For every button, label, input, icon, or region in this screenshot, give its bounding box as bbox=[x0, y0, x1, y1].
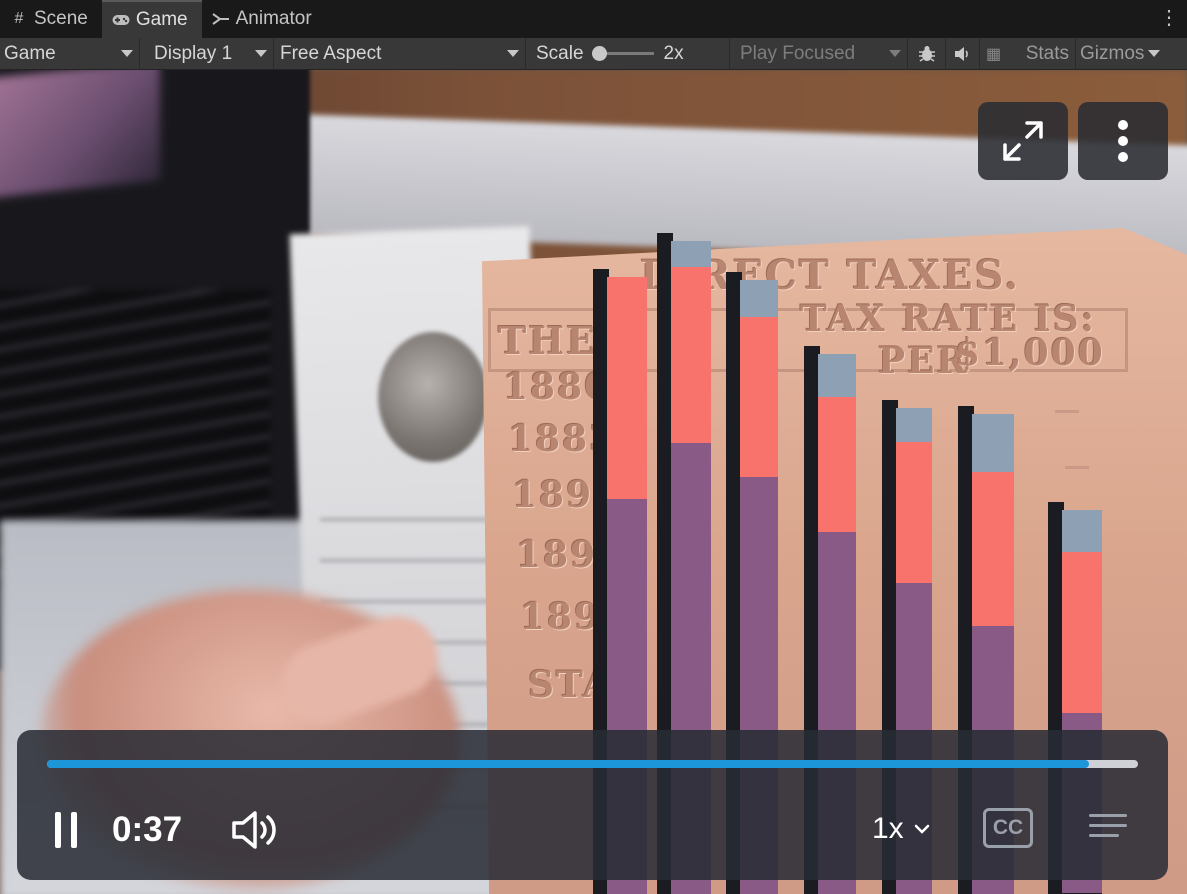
kebab-menu-icon bbox=[1118, 120, 1128, 162]
view-dropdown-label: Game bbox=[4, 42, 56, 64]
coin-illustration bbox=[378, 332, 488, 462]
ar-bar-red-segment bbox=[1062, 552, 1102, 713]
transcript-icon bbox=[1089, 834, 1119, 837]
playback-speed-button[interactable]: 1x bbox=[872, 812, 930, 846]
caret-down-icon bbox=[1148, 50, 1161, 57]
ar-bar-cap bbox=[818, 354, 856, 397]
animator-icon bbox=[212, 10, 230, 28]
gizmos-label: Gizmos bbox=[1080, 42, 1145, 64]
scale-slider-track[interactable] bbox=[591, 46, 654, 61]
fullscreen-button[interactable] bbox=[978, 102, 1068, 180]
unity-game-window: # Scene Game Animator ⋮ Game Display 1 F bbox=[0, 0, 1187, 894]
ar-bar-red-segment bbox=[972, 472, 1014, 626]
view-dropdown[interactable]: Game bbox=[0, 37, 140, 70]
progress-bar[interactable] bbox=[47, 760, 1138, 768]
captions-label: CC bbox=[992, 816, 1024, 839]
chevron-down-icon bbox=[914, 824, 929, 834]
ar-bar-red-segment bbox=[818, 397, 856, 532]
gizmos-dropdown[interactable]: Gizmos bbox=[1076, 38, 1161, 70]
expand-icon bbox=[1003, 121, 1043, 161]
scale-slider-knob[interactable] bbox=[591, 46, 607, 61]
ar-bar-cap bbox=[671, 241, 711, 267]
tab-game[interactable]: Game bbox=[101, 0, 202, 38]
scale-label: Scale bbox=[536, 42, 584, 64]
game-view-toolbar: Game Display 1 Free Aspect Scale 2x Play… bbox=[0, 37, 1187, 70]
playback-speed-label: 1x bbox=[872, 812, 904, 845]
transcript-icon bbox=[1089, 824, 1127, 827]
scale-value: 2x bbox=[663, 42, 684, 64]
tab-label: Game bbox=[135, 9, 188, 30]
tab-scene[interactable]: # Scene bbox=[0, 0, 102, 38]
caret-down-icon bbox=[507, 50, 519, 57]
play-mode-label: Play Focused bbox=[740, 42, 856, 64]
play-mode-dropdown[interactable]: Play Focused bbox=[730, 37, 908, 70]
bug-icon[interactable] bbox=[908, 37, 946, 70]
pause-icon bbox=[71, 812, 77, 848]
ar-bar-red-segment bbox=[671, 267, 711, 443]
editor-tab-strip: # Scene Game Animator ⋮ bbox=[0, 0, 1187, 38]
volume-button[interactable] bbox=[231, 808, 285, 852]
dash-mark bbox=[1055, 410, 1079, 413]
tab-label: Animator bbox=[235, 8, 312, 29]
ar-bar-cap bbox=[972, 414, 1014, 472]
grid-icon: ▦ bbox=[986, 45, 1002, 63]
captions-button[interactable]: CC bbox=[983, 808, 1033, 848]
ar-bar-cap bbox=[896, 408, 932, 442]
volume-icon bbox=[232, 811, 276, 849]
pause-button[interactable] bbox=[53, 812, 79, 848]
page-line-1: THE bbox=[498, 318, 598, 363]
more-options-button[interactable] bbox=[1078, 102, 1168, 180]
current-time: 0:37 bbox=[112, 810, 183, 849]
dash-mark bbox=[1065, 466, 1089, 469]
audio-mute-icon[interactable] bbox=[946, 37, 980, 70]
display-dropdown-label: Display 1 bbox=[154, 42, 233, 64]
tab-kebab-menu-icon[interactable]: ⋮ bbox=[1159, 8, 1179, 28]
scale-slider[interactable]: Scale 2x bbox=[526, 37, 730, 70]
stats-label: Stats bbox=[1025, 42, 1069, 64]
ar-bar-red-segment bbox=[740, 317, 778, 477]
controls-row: 0:37 1x CC bbox=[17, 798, 1168, 862]
display-dropdown[interactable]: Display 1 bbox=[140, 37, 274, 70]
aspect-dropdown-label: Free Aspect bbox=[280, 42, 382, 64]
transcript-icon bbox=[1089, 814, 1127, 817]
ar-bar-cap bbox=[1062, 510, 1102, 552]
laptop-screen bbox=[0, 70, 160, 200]
gamepad-icon bbox=[112, 11, 130, 29]
caret-down-icon bbox=[121, 50, 133, 57]
progress-bar-fill bbox=[47, 760, 1089, 768]
video-player-controls: 0:37 1x CC bbox=[17, 730, 1168, 880]
pause-icon bbox=[55, 812, 61, 848]
stats-button[interactable]: ▦ Stats bbox=[980, 37, 1076, 70]
tab-label: Scene bbox=[34, 8, 88, 29]
aspect-dropdown[interactable]: Free Aspect bbox=[274, 37, 526, 70]
transcript-button[interactable] bbox=[1089, 814, 1127, 844]
caret-down-icon bbox=[255, 50, 267, 57]
caret-down-icon bbox=[889, 50, 901, 57]
ar-bar-cap bbox=[740, 280, 778, 317]
tab-animator[interactable]: Animator bbox=[202, 0, 326, 38]
hash-icon: # bbox=[14, 10, 24, 27]
ar-bar-red-segment bbox=[896, 442, 932, 583]
page-line-2b: $1,000 bbox=[955, 332, 1105, 374]
ar-bar-red-segment bbox=[607, 277, 647, 499]
